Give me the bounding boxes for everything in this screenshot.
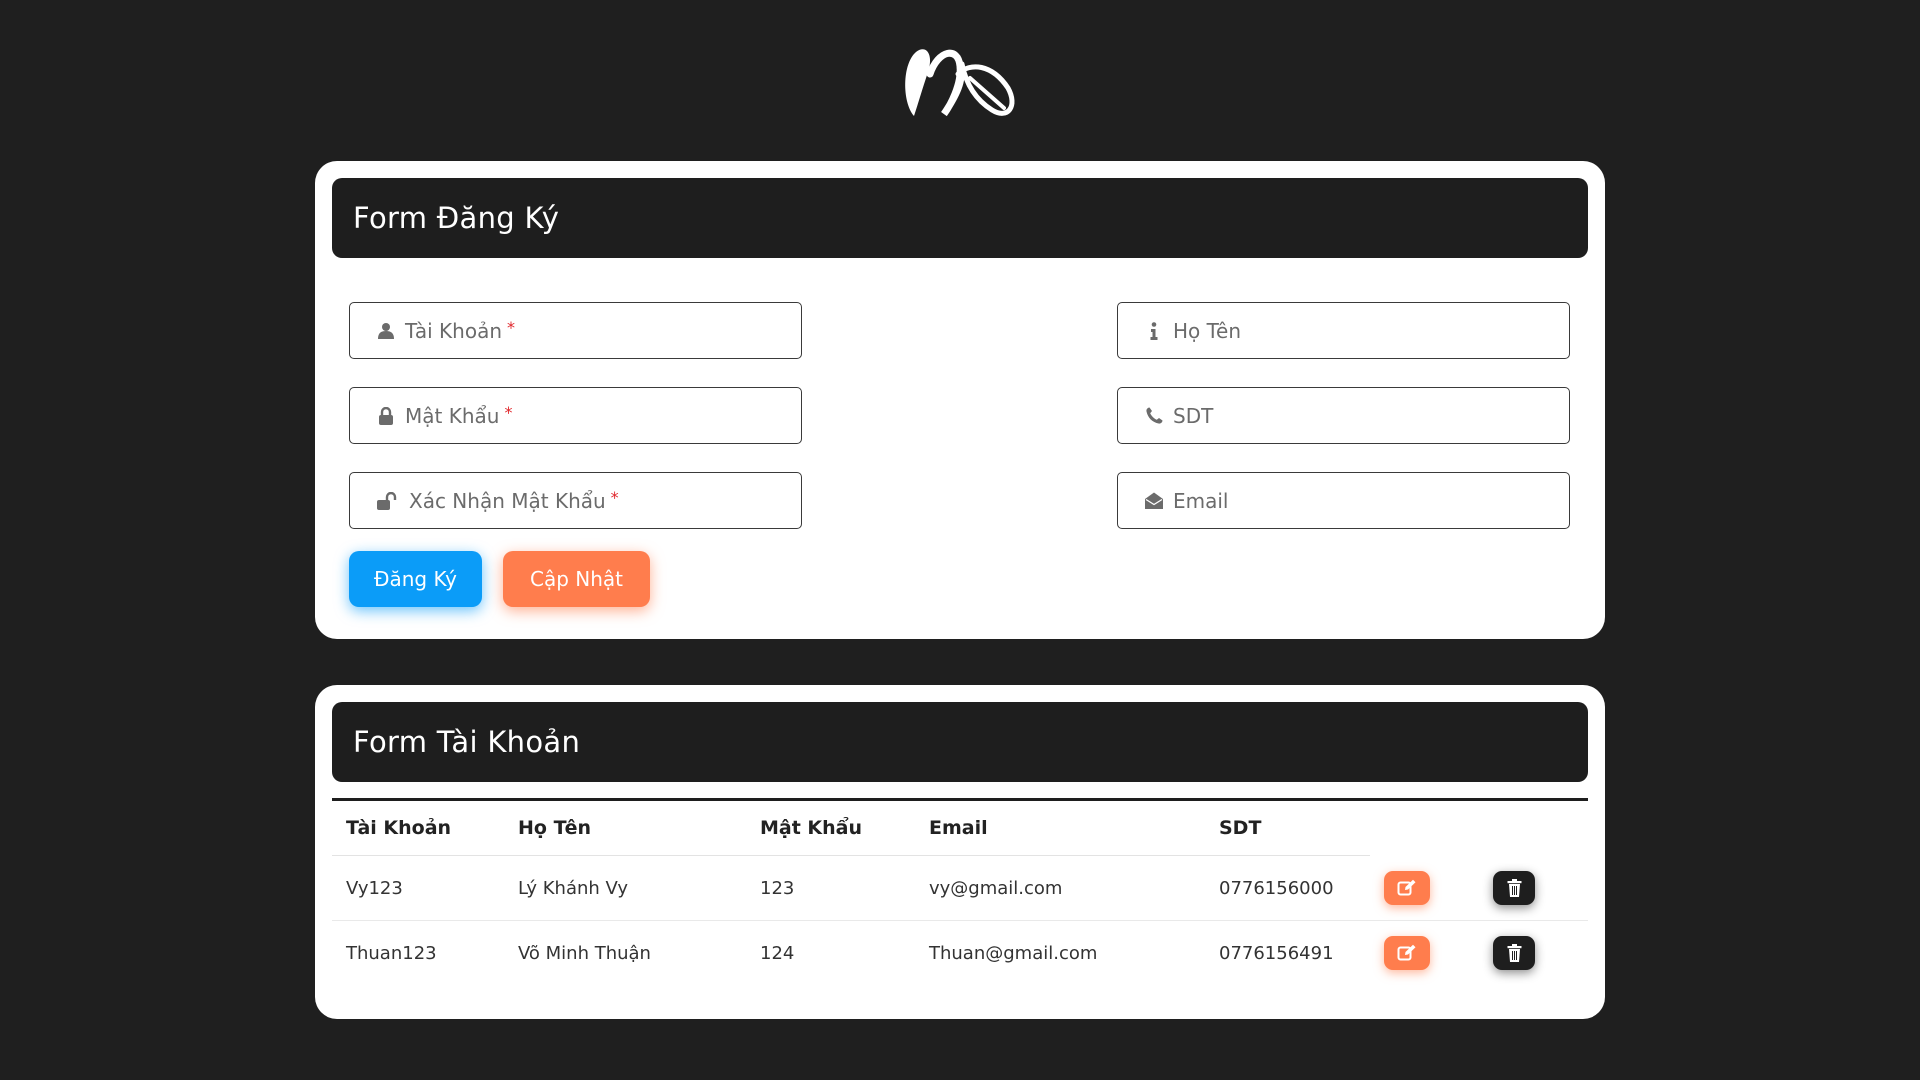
edit-icon <box>1397 879 1416 896</box>
fullname-field[interactable]: Họ Tên <box>1117 302 1570 359</box>
required-mark: * <box>507 318 516 337</box>
cell-email: vy@gmail.com <box>915 855 1205 921</box>
table-header-row: Tài Khoản Họ Tên Mật Khẩu Email SDT <box>332 801 1588 856</box>
header-email: Email <box>915 801 1205 856</box>
update-button[interactable]: Cập Nhật <box>503 551 650 607</box>
edit-icon <box>1397 944 1416 961</box>
cell-password: 124 <box>760 942 795 964</box>
accounts-card: Form Tài Khoản Tài Khoản Họ Tên Mật Khẩu… <box>315 685 1605 1019</box>
edit-button[interactable] <box>1384 936 1430 970</box>
password-field[interactable]: Mật Khẩu * <box>349 387 802 444</box>
register-card: Form Đăng Ký Tài Khoản * Mật Khẩu * Xác … <box>315 161 1605 639</box>
header-delete <box>1479 801 1588 856</box>
required-mark: * <box>504 403 513 422</box>
register-button[interactable]: Đăng Ký <box>349 551 482 607</box>
cell-phone: 0776156000 <box>1205 855 1370 921</box>
header-fullname: Họ Tên <box>504 801 746 856</box>
accounts-title: Form Tài Khoản <box>353 725 581 759</box>
fullname-placeholder: Họ Tên <box>1173 318 1242 343</box>
edit-button[interactable] <box>1384 870 1430 905</box>
confirm-password-placeholder: Xác Nhận Mật Khẩu <box>409 488 606 513</box>
envelope-open-icon <box>1145 492 1163 510</box>
phone-icon <box>1145 407 1163 425</box>
cell-email: Thuan@gmail.com <box>929 942 1098 964</box>
trash-icon <box>1507 878 1521 897</box>
cell-fullname: Lý Khánh Vy <box>504 855 746 921</box>
page: Form Đăng Ký Tài Khoản * Mật Khẩu * Xác … <box>0 0 1920 1080</box>
phone-placeholder: SDT <box>1173 403 1214 428</box>
delete-button[interactable] <box>1493 870 1535 905</box>
accounts-table-wrap: Tài Khoản Họ Tên Mật Khẩu Email SDT Vy12… <box>332 798 1588 985</box>
unlock-icon <box>377 491 399 510</box>
cell-edit <box>1370 921 1479 986</box>
email-field[interactable]: Email <box>1117 472 1570 529</box>
trash-icon <box>1507 944 1521 962</box>
username-placeholder: Tài Khoản <box>405 318 503 343</box>
lock-icon <box>377 406 395 425</box>
phone-field[interactable]: SDT <box>1117 387 1570 444</box>
cell-delete <box>1479 855 1588 921</box>
cell-fullname: Võ Minh Thuận <box>518 942 651 964</box>
info-icon <box>1145 321 1163 340</box>
register-header: Form Đăng Ký <box>332 178 1588 258</box>
cell-password: 123 <box>746 855 915 921</box>
register-title: Form Đăng Ký <box>353 201 560 235</box>
cell-delete <box>1479 921 1588 986</box>
email-placeholder: Email <box>1173 488 1229 513</box>
cell-edit <box>1370 855 1479 921</box>
confirm-password-field[interactable]: Xác Nhận Mật Khẩu * <box>349 472 802 529</box>
header-phone: SDT <box>1205 801 1370 856</box>
accounts-table: Tài Khoản Họ Tên Mật Khẩu Email SDT Vy12… <box>332 801 1588 985</box>
password-placeholder: Mật Khẩu <box>405 403 500 428</box>
header-edit <box>1370 801 1479 856</box>
required-mark: * <box>610 488 619 507</box>
cell-phone: 0776156491 <box>1219 942 1334 964</box>
cell-username: Thuan123 <box>346 942 437 964</box>
user-icon <box>377 322 395 340</box>
username-field[interactable]: Tài Khoản * <box>349 302 802 359</box>
table-row: Vy123 Lý Khánh Vy 123 vy@gmail.com 07761… <box>332 855 1588 921</box>
cell-username: Vy123 <box>332 855 504 921</box>
table-row: Thuan123 Võ Minh Thuận 124 Thuan@gmail.c… <box>332 921 1588 986</box>
header-password: Mật Khẩu <box>746 801 915 856</box>
accounts-header: Form Tài Khoản <box>332 702 1588 782</box>
delete-button[interactable] <box>1493 936 1535 970</box>
header-username: Tài Khoản <box>332 801 504 856</box>
brand-logo <box>905 49 1015 117</box>
